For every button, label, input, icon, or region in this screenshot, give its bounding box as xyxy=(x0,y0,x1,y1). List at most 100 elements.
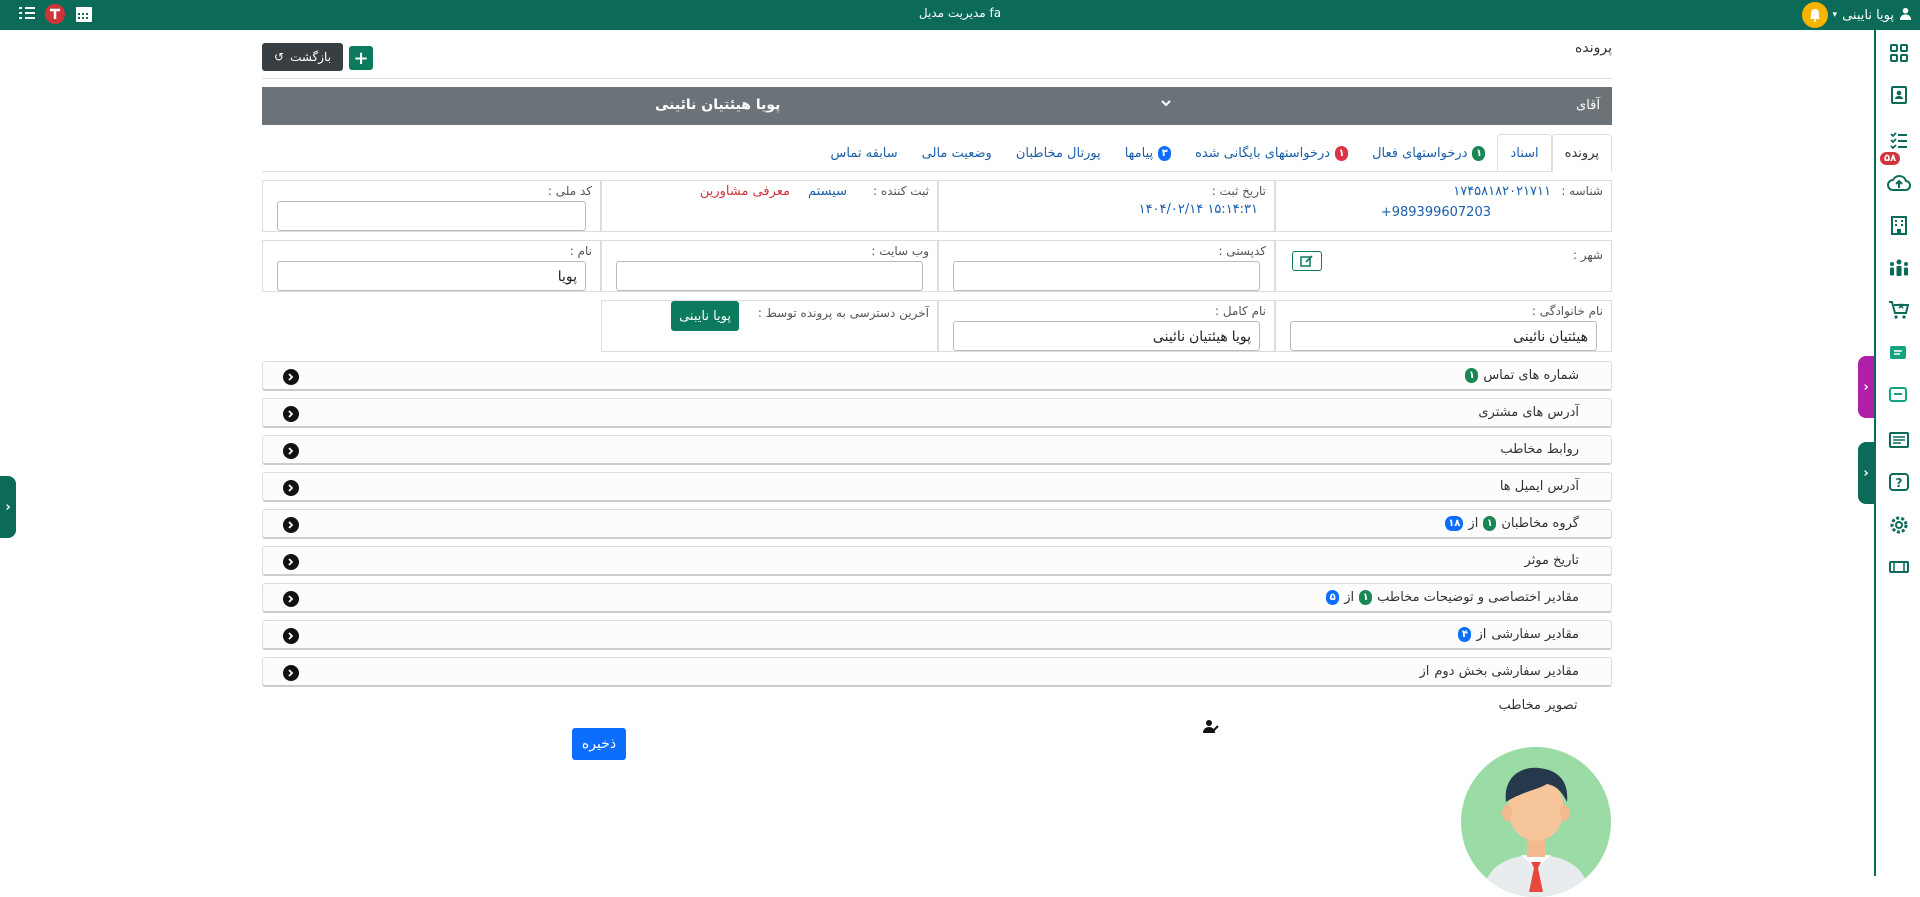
accordion-item[interactable]: مقادیر سفارشی بخش دوم از xyxy=(262,657,1612,687)
page-title: پرونده xyxy=(1575,40,1612,56)
chevron-circle-icon[interactable] xyxy=(283,480,299,496)
people-group-icon[interactable] xyxy=(1886,255,1912,281)
id-value: ۱۷۴۵۸۱۸۲۰۲۱۷۱۱ xyxy=(1453,184,1551,199)
tab-contacts-portal[interactable]: پورتال مخاطبان xyxy=(1004,134,1113,172)
accordion-item[interactable]: مقادیر سفارشی از ۴ xyxy=(262,620,1612,650)
first-name-label: نام : xyxy=(569,244,592,258)
registrar-value: سیستم xyxy=(808,184,847,199)
user-menu[interactable]: پویا نایبنی ▾ xyxy=(1801,0,1912,30)
tab-count: ۱ xyxy=(1472,145,1486,161)
accordion-item[interactable]: مقادیر اختصاصی و توضیحات مخاطب ۱ از ۵ xyxy=(262,583,1612,613)
chevron-circle-icon[interactable] xyxy=(283,554,299,570)
app-title: مدیریت مدیل fa xyxy=(918,6,1002,20)
accordion-title-wrap: مقادیر اختصاصی و توضیحات مخاطب ۱ از ۵ xyxy=(1326,590,1579,605)
user-edit-icon[interactable] xyxy=(1202,718,1220,738)
postal-input[interactable] xyxy=(953,261,1260,291)
last-name-input[interactable] xyxy=(1290,321,1597,351)
contacts-book-icon[interactable] xyxy=(1886,82,1912,108)
tasks-icon[interactable] xyxy=(1886,127,1912,153)
accordion-item[interactable]: شماره های تماس ۱ xyxy=(262,361,1612,391)
avatar[interactable] xyxy=(1461,747,1611,897)
tab-financial-status[interactable]: وضعیت مالی xyxy=(910,134,1004,172)
dashboard-icon[interactable] xyxy=(1886,40,1912,66)
full-name-cell: نام کامل : xyxy=(938,300,1275,352)
chevron-circle-icon[interactable] xyxy=(283,591,299,607)
caret-down-icon: ▾ xyxy=(1832,10,1838,20)
national-code-input[interactable] xyxy=(277,201,586,231)
ticket-green-icon[interactable] xyxy=(1886,340,1912,366)
last-access-cell: آخرین دسترسی به پرونده توسط : پویا نایبن… xyxy=(601,300,938,352)
full-name-label: نام کامل : xyxy=(1215,304,1266,318)
accordion-count: ۱ xyxy=(1359,590,1373,605)
accordion-item[interactable]: روابط مخاطب xyxy=(262,435,1612,465)
accordion-title: گروه مخاطبان xyxy=(1501,516,1579,531)
tab-label: پورتال مخاطبان xyxy=(1015,145,1101,161)
ticket-outline-icon[interactable] xyxy=(1886,382,1912,408)
chevron-right-icon: › xyxy=(1863,379,1869,395)
chevron-circle-icon[interactable] xyxy=(283,406,299,422)
user-name: پویا نایبنی xyxy=(1842,7,1894,23)
tab-file[interactable]: پرونده xyxy=(1551,134,1612,172)
accordion-item[interactable]: گروه مخاطبان ۱ از ۱۸ xyxy=(262,509,1612,539)
accordion-title: روابط مخاطب xyxy=(1500,442,1579,457)
reg-date-value: ۱۴۰۴/۰۲/۱۴ ۱۵:۱۴:۳۱ xyxy=(1138,202,1258,217)
chevron-circle-icon[interactable] xyxy=(283,443,299,459)
accordion-title: مقادیر اختصاصی و توضیحات مخاطب xyxy=(1377,590,1579,605)
accordion-total: ۴ xyxy=(1458,627,1472,642)
news-icon[interactable] xyxy=(1886,427,1912,453)
registrar-label: ثبت کننده : xyxy=(873,184,929,198)
gear-icon[interactable] xyxy=(1886,512,1912,538)
last-access-user-button[interactable]: پویا نایبنی xyxy=(671,301,739,331)
chevron-circle-icon[interactable] xyxy=(283,628,299,644)
website-cell: وب سایت : xyxy=(601,240,938,292)
accordion-of: از xyxy=(1344,590,1355,605)
accordion-item[interactable]: آدرس های مشتری xyxy=(262,398,1612,428)
tab-documents[interactable]: اسناد xyxy=(1497,134,1552,172)
chevron-circle-icon[interactable] xyxy=(283,369,299,385)
cart-remove-icon[interactable] xyxy=(1886,297,1912,323)
page-header: پرونده ↺ بازگشت + xyxy=(262,34,1612,74)
first-name-input[interactable] xyxy=(277,261,586,291)
help-icon[interactable]: ? xyxy=(1886,470,1912,496)
accordion-total: ۵ xyxy=(1326,590,1340,605)
tasks-badge: ۵۸ xyxy=(1880,152,1901,165)
tab-archived-requests[interactable]: ۱ درخواستهای بایگانی شده xyxy=(1183,134,1360,172)
national-code-label: کد ملی : xyxy=(547,184,592,198)
chevron-right-icon: › xyxy=(1863,465,1869,481)
chevron-circle-icon[interactable] xyxy=(283,665,299,681)
tab-active-requests[interactable]: ۱ درخواستهای فعال xyxy=(1360,134,1497,172)
tab-label: پرونده xyxy=(1564,145,1599,161)
id-label: شناسه : xyxy=(1561,184,1603,198)
cloud-upload-icon[interactable] xyxy=(1886,170,1912,196)
last-access-label: آخرین دسترسی به پرونده توسط : xyxy=(757,306,929,320)
accordion-title: شماره های تماس xyxy=(1483,368,1579,383)
chevron-down-icon[interactable] xyxy=(1160,97,1172,113)
bell-icon[interactable] xyxy=(1801,2,1828,28)
tab-contact-history[interactable]: سابقه تماس xyxy=(819,134,910,172)
voucher-icon[interactable] xyxy=(1886,554,1912,580)
accordion-item[interactable]: آدرس ایمیل ها xyxy=(262,472,1612,502)
save-button[interactable]: ذخیره xyxy=(572,728,626,760)
contact-bar[interactable]: آقای پویا هیئتیان نائینی xyxy=(262,87,1612,125)
chevron-circle-icon[interactable] xyxy=(283,517,299,533)
national-code-cell: کد ملی : xyxy=(262,180,601,232)
reg-date-cell: تاریخ ثبت : ۱۴۰۴/۰۲/۱۴ ۱۵:۱۴:۳۱ xyxy=(938,180,1275,232)
phone-value[interactable]: +989399607203 xyxy=(1381,205,1491,220)
accordion-title: آدرس ایمیل ها xyxy=(1499,479,1579,494)
tab-messages[interactable]: ۳ پیامها xyxy=(1113,134,1183,172)
last-name-label: نام خانوادگی : xyxy=(1531,304,1603,318)
back-button[interactable]: ↺ بازگشت xyxy=(262,43,344,71)
right-panel-toggle-green[interactable]: › xyxy=(1858,442,1874,504)
building-icon[interactable] xyxy=(1886,212,1912,238)
right-panel-toggle-magenta[interactable]: › xyxy=(1858,356,1874,418)
accordion-title-wrap: تاریخ موثر xyxy=(1525,553,1579,568)
add-button[interactable]: + xyxy=(349,46,373,70)
left-panel-toggle[interactable]: › xyxy=(0,476,16,538)
accordion-item[interactable]: تاریخ موثر xyxy=(262,546,1612,576)
accordion-title-wrap: آدرس ایمیل ها xyxy=(1500,479,1579,494)
registrar-link[interactable]: معرفی مشاورین xyxy=(700,184,790,199)
edit-icon[interactable] xyxy=(1292,251,1322,271)
registrar-cell: ثبت کننده : سیستم معرفی مشاورین xyxy=(601,180,938,232)
full-name-input[interactable] xyxy=(953,321,1260,351)
website-input[interactable] xyxy=(616,261,923,291)
